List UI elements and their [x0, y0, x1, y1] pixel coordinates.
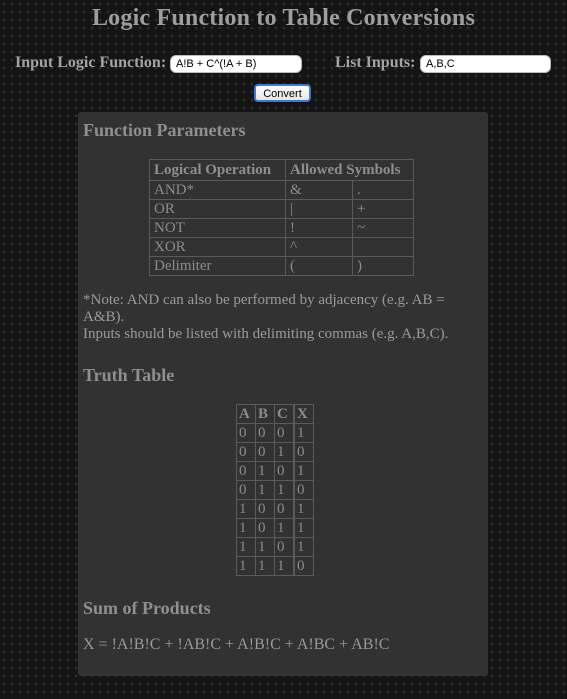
inputs-list-input[interactable] [420, 55, 551, 73]
operation-cell: XOR [149, 237, 286, 257]
table-row: 0101 [236, 461, 314, 481]
column-header: Logical Operation [149, 159, 286, 181]
truth-value-cell: 0 [274, 537, 295, 557]
table-row: NOT! ~ [149, 218, 414, 238]
sum-of-products-expression: X = !A!B!C + !AB!C + A!B!C + A!BC + AB!C [83, 636, 390, 653]
truth-value-cell: 1 [293, 423, 314, 443]
column-header: A [236, 404, 256, 424]
truth-value-cell: 1 [293, 499, 314, 519]
truth-value-cell: 1 [236, 556, 256, 576]
table-row: AND* &. [149, 180, 414, 200]
truth-value-cell: 1 [236, 537, 256, 557]
convert-button[interactable]: Convert [254, 84, 311, 102]
truth-value-cell: 1 [274, 556, 295, 576]
symbol-cell: . [352, 180, 414, 200]
sum-of-products-heading: Sum of Products [83, 598, 211, 618]
operation-cell: OR [149, 199, 286, 219]
table-header-row: Logical Operation Allowed Symbols [149, 159, 414, 181]
parameters-note: *Note: AND can also be performed by adja… [83, 292, 483, 343]
note-delimiting: Inputs should be listed with delimiting … [83, 326, 449, 342]
truth-value-cell: 1 [293, 537, 314, 557]
table-row: 0010 [236, 442, 314, 462]
operation-cell: Delimiter [149, 256, 286, 276]
truth-table: ABCX 00010010010101101001101111011110 [236, 404, 314, 576]
table-row: 0110 [236, 480, 314, 500]
truth-value-cell: 0 [255, 423, 275, 443]
truth-value-cell: 0 [274, 461, 295, 481]
truth-value-cell: 0 [236, 423, 256, 443]
table-row: 1001 [236, 499, 314, 519]
symbol-cell: ) [352, 256, 414, 276]
table-row: 1101 [236, 537, 314, 557]
truth-value-cell: 1 [293, 461, 314, 481]
truth-value-cell: 0 [255, 499, 275, 519]
table-header-row: ABCX [236, 404, 314, 424]
symbol-cell: ^ [285, 237, 353, 257]
truth-value-cell: 0 [293, 556, 314, 576]
truth-value-cell: 0 [236, 442, 256, 462]
truth-value-cell: 1 [255, 480, 275, 500]
truth-value-cell: 1 [236, 518, 256, 538]
truth-value-cell: 0 [255, 442, 275, 462]
symbol-cell [352, 237, 414, 257]
operation-cell: AND* [149, 180, 286, 200]
truth-value-cell: 0 [274, 423, 295, 443]
truth-value-cell: 1 [274, 442, 295, 462]
note-adjacency: *Note: AND can also be performed by adja… [83, 292, 445, 325]
operation-cell: NOT [149, 218, 286, 238]
symbol-cell: ~ [352, 218, 414, 238]
truth-value-cell: 1 [293, 518, 314, 538]
truth-value-cell: 1 [255, 556, 275, 576]
function-input-label: Input Logic Function: [15, 54, 167, 71]
symbol-cell: ( [285, 256, 353, 276]
table-row: 1110 [236, 556, 314, 576]
truth-value-cell: 1 [255, 461, 275, 481]
column-header: C [274, 404, 295, 424]
table-row: OR | + [149, 199, 414, 219]
symbol-cell: | [285, 199, 353, 219]
truth-value-cell: 1 [255, 537, 275, 557]
column-header: B [255, 404, 275, 424]
inputs-list-label: List Inputs: [335, 54, 416, 71]
truth-value-cell: 1 [274, 518, 295, 538]
symbol-cell: + [352, 199, 414, 219]
table-row: 1011 [236, 518, 314, 538]
truth-value-cell: 0 [255, 518, 275, 538]
table-row: 0001 [236, 423, 314, 443]
truth-value-cell: 0 [293, 442, 314, 462]
logic-function-input[interactable] [170, 55, 302, 73]
truth-table-heading: Truth Table [83, 365, 175, 385]
symbol-cell: & [285, 180, 353, 200]
truth-value-cell: 0 [293, 480, 314, 500]
function-parameters-table: Logical Operation Allowed Symbols AND* &.… [149, 159, 414, 276]
truth-value-cell: 1 [236, 499, 256, 519]
table-row: Delimiter() [149, 256, 414, 276]
page-title: Logic Function to Table Conversions [91, 5, 476, 31]
function-parameters-heading: Function Parameters [83, 120, 246, 140]
truth-value-cell: 0 [274, 499, 295, 519]
truth-value-cell: 0 [236, 461, 256, 481]
table-row: XOR ^ [149, 237, 414, 257]
column-header: Allowed Symbols [285, 159, 414, 181]
column-header: X [293, 404, 314, 424]
symbol-cell: ! [285, 218, 353, 238]
truth-value-cell: 0 [236, 480, 256, 500]
truth-value-cell: 1 [274, 480, 295, 500]
